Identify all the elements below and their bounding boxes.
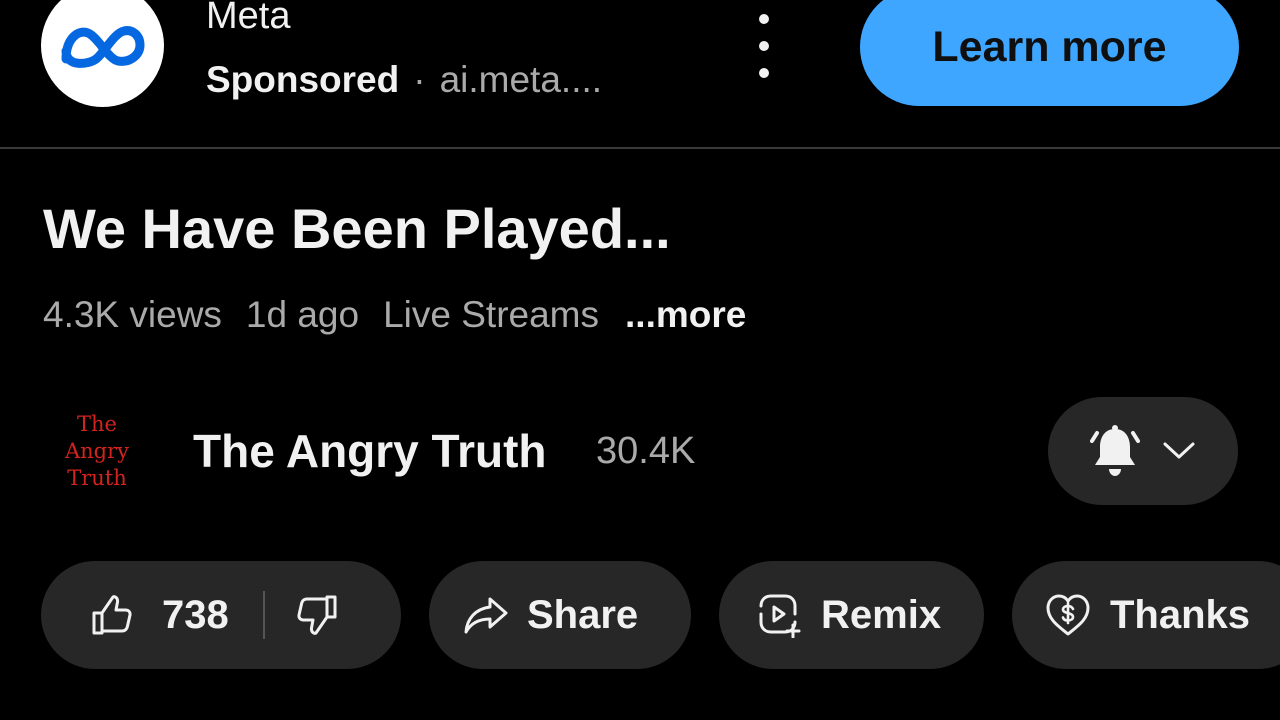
channel-name[interactable]: The Angry Truth <box>193 424 547 478</box>
remix-label: Remix <box>821 592 942 637</box>
thumbs-down-icon[interactable] <box>295 593 339 637</box>
more-link[interactable]: ...more <box>625 294 746 335</box>
kebab-dot <box>759 68 769 78</box>
remix-button[interactable]: Remix <box>719 561 984 669</box>
kebab-dot <box>759 14 769 24</box>
kebab-dot <box>759 41 769 51</box>
video-watch-page: Meta Sponsored · ai.meta.... Learn more We… <box>0 0 1280 720</box>
learn-more-button[interactable]: Learn more <box>860 0 1239 106</box>
share-label: Share <box>527 592 639 637</box>
heart-dollar-icon <box>1044 592 1092 638</box>
channel-avatar[interactable]: The Angry Truth <box>52 408 142 494</box>
video-title[interactable]: We Have Been Played... <box>43 196 671 262</box>
advertiser-logo[interactable] <box>41 0 164 107</box>
advertiser-name[interactable]: Meta <box>206 0 290 40</box>
notification-bell-icon <box>1090 423 1140 479</box>
sponsored-label: Sponsored <box>206 59 400 100</box>
remix-icon <box>755 592 803 638</box>
ad-meta-row: Sponsored · ai.meta.... <box>206 58 602 102</box>
chevron-down-icon <box>1162 441 1196 461</box>
thumbs-up-icon[interactable] <box>90 593 134 637</box>
avatar-text-line: The <box>77 411 117 436</box>
share-arrow-icon <box>463 595 509 635</box>
like-dislike-control: 738 <box>41 561 401 669</box>
subscriber-count: 30.4K <box>596 430 696 472</box>
share-button[interactable]: Share <box>429 561 691 669</box>
avatar-text-line: Truth <box>67 465 127 490</box>
notification-settings-button[interactable] <box>1048 397 1238 505</box>
thanks-button[interactable]: Thanks <box>1012 561 1280 669</box>
more-vertical-icon[interactable] <box>744 14 784 78</box>
ad-url[interactable]: ai.meta.... <box>440 59 602 100</box>
like-dislike-separator <box>262 591 265 639</box>
avatar-text-line: Angry <box>64 438 130 463</box>
ad-separator: · <box>413 59 426 100</box>
upload-age: 1d ago <box>245 294 360 335</box>
meta-logo-icon <box>61 25 144 68</box>
video-metadata[interactable]: 4.3K views 1d ago Live Streams ...more <box>43 292 746 338</box>
view-count: 4.3K views <box>43 294 222 335</box>
thanks-label: Thanks <box>1110 592 1251 637</box>
like-count[interactable]: 738 <box>162 593 229 638</box>
section-divider <box>0 147 1280 149</box>
video-category: Live Streams <box>383 294 600 335</box>
